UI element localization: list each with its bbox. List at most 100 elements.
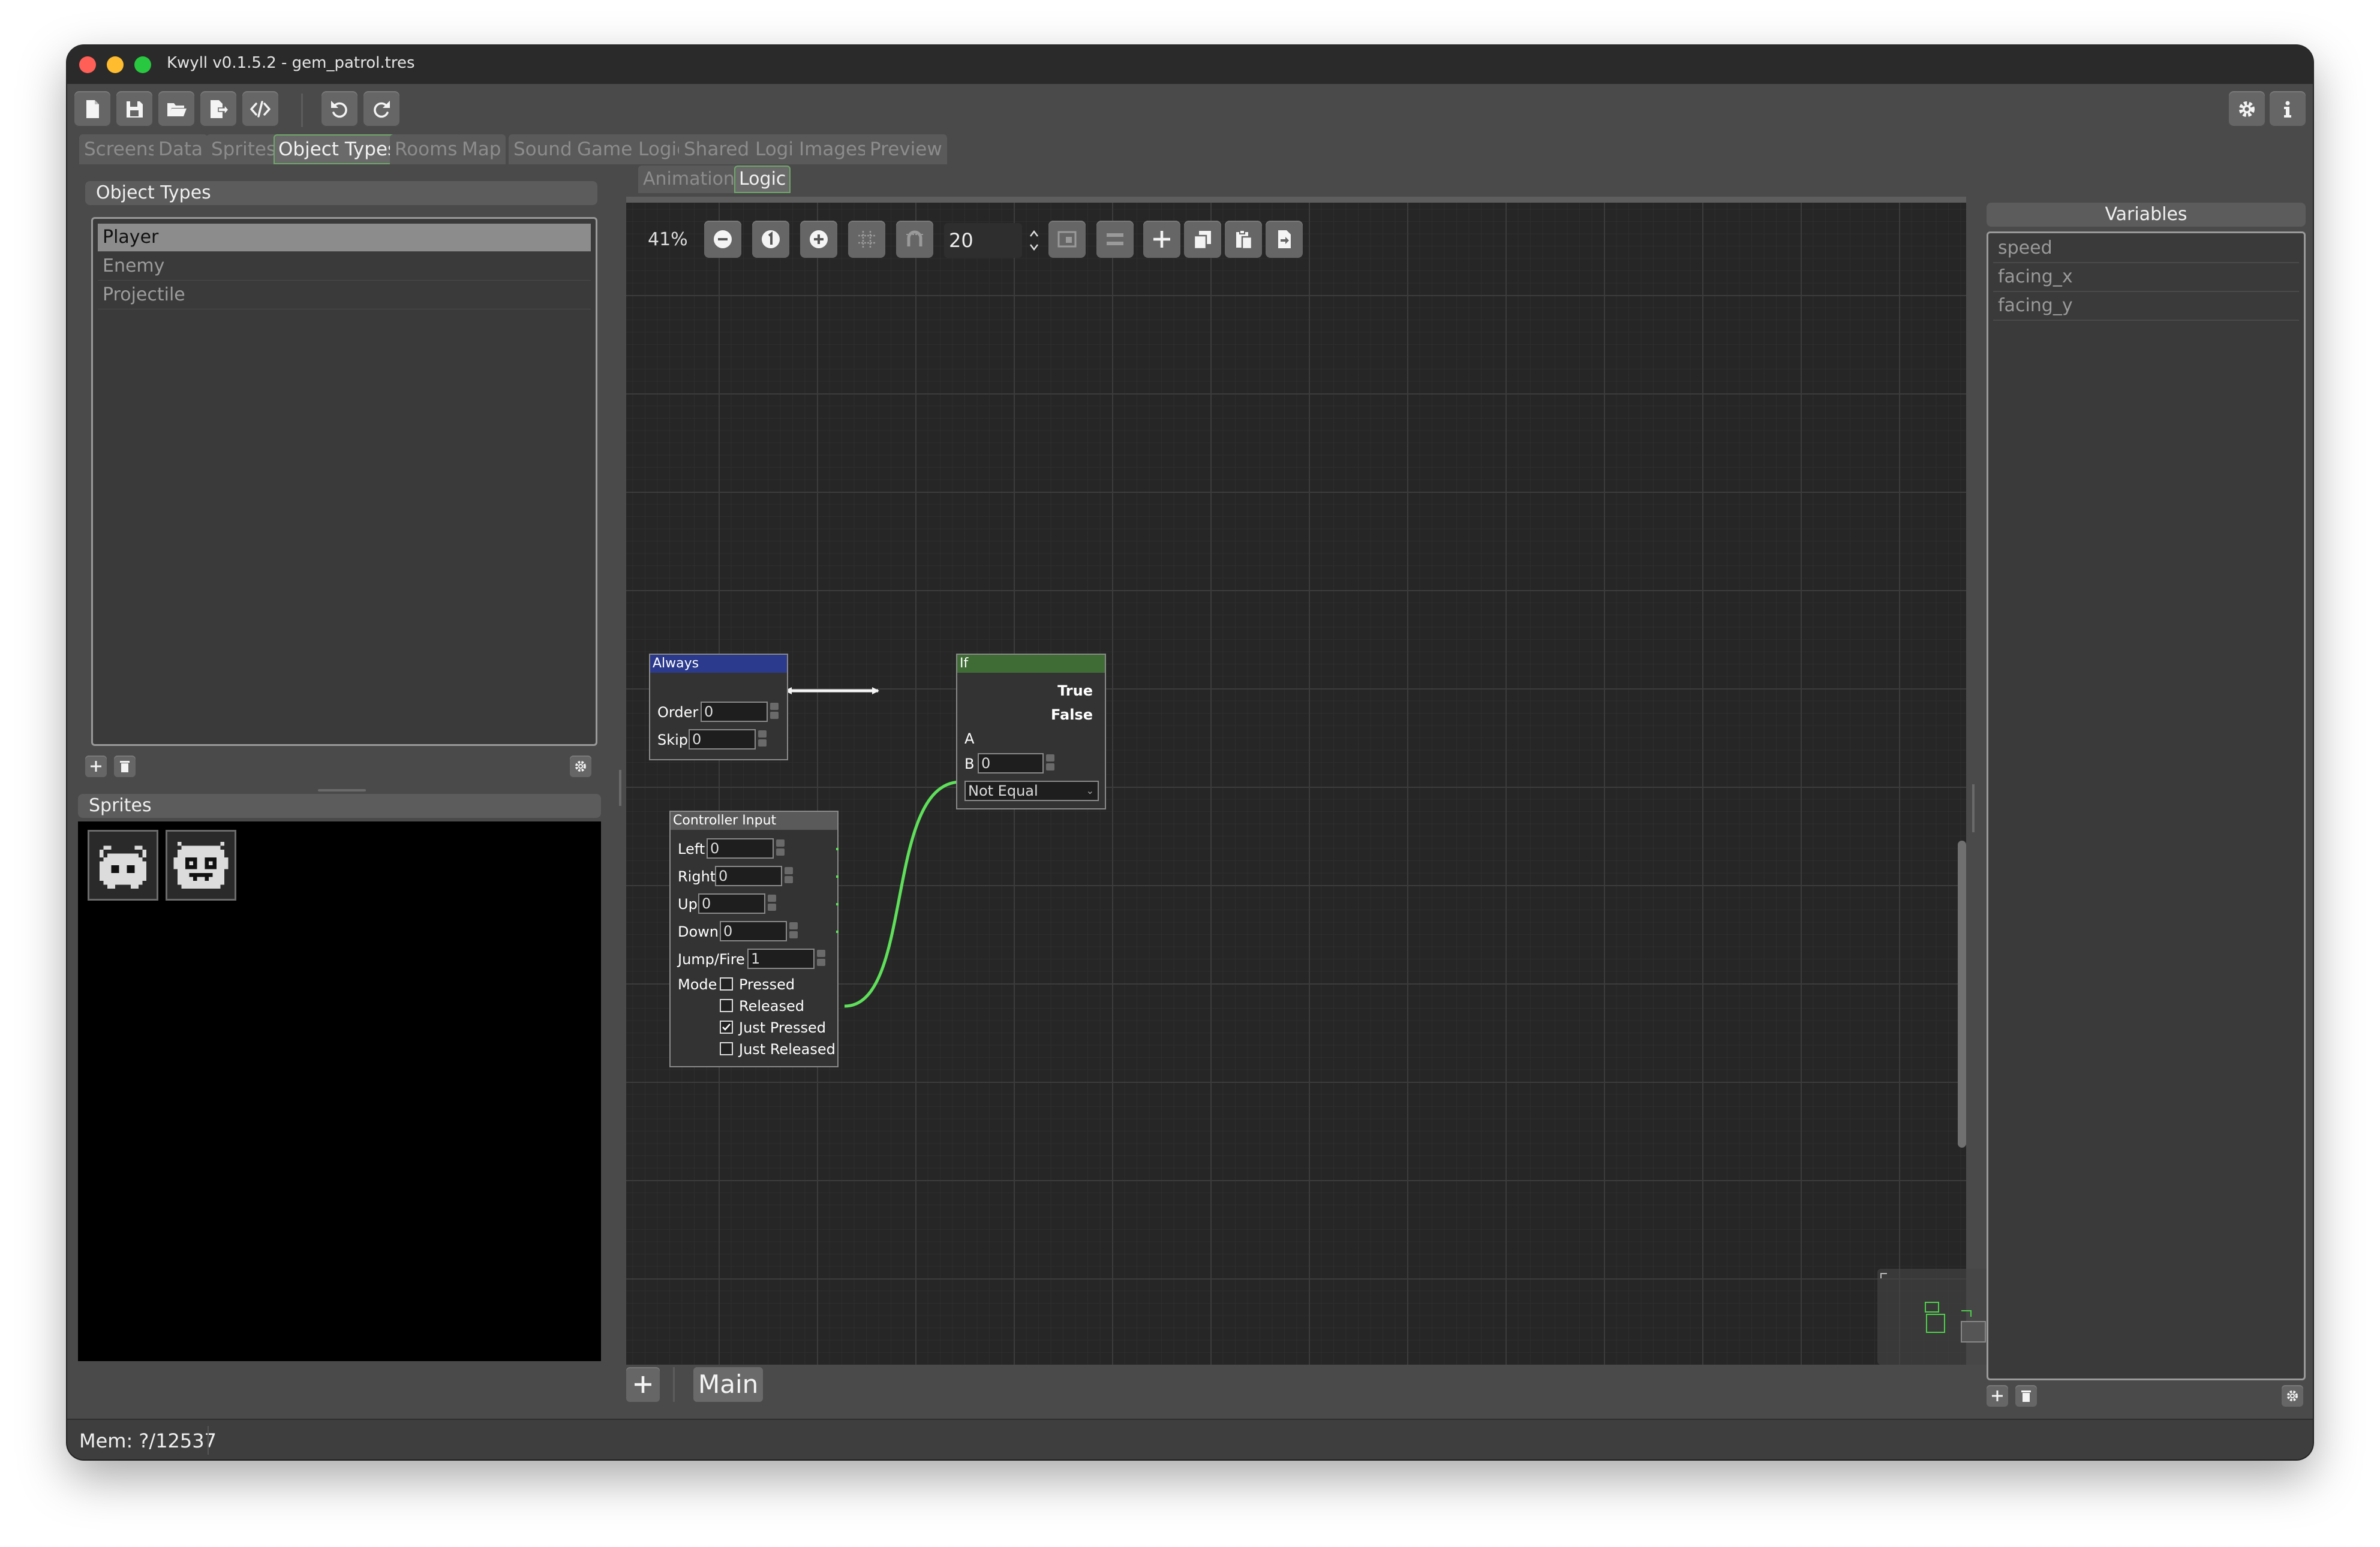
b-value-field[interactable]: 0 [978, 753, 1044, 774]
up-field[interactable]: 0 [698, 893, 765, 914]
add-object-type-button[interactable] [85, 756, 107, 777]
duplicate-button[interactable] [1266, 221, 1303, 258]
open-folder-button[interactable] [158, 91, 194, 127]
left-field[interactable]: 0 [707, 838, 774, 859]
settings-button[interactable] [2229, 91, 2265, 127]
new-file-button[interactable] [74, 91, 110, 127]
sprite-thumbnail[interactable] [88, 830, 158, 901]
list-item-projectile[interactable]: Projectile [98, 281, 591, 309]
tab-map[interactable]: Map [457, 134, 506, 164]
jump-fire-stepper[interactable] [817, 950, 825, 967]
output-port[interactable] [836, 931, 839, 933]
vertical-scrollbar[interactable] [1958, 841, 1966, 1148]
left-stepper[interactable] [776, 839, 785, 856]
plus-icon [635, 1376, 651, 1393]
pressed-checkbox[interactable] [720, 977, 733, 991]
snap-distance-stepper[interactable] [1027, 224, 1041, 257]
variable-settings-button[interactable] [2282, 1385, 2303, 1407]
always-node[interactable]: Always Order 0 Skip 0 [649, 654, 788, 760]
tab-preview[interactable]: Preview [865, 134, 947, 164]
comparison-dropdown[interactable]: Not Equal ⌄ [964, 781, 1099, 801]
tab-images[interactable]: Images [794, 134, 872, 164]
right-field[interactable]: 0 [715, 866, 782, 886]
robot-face-sprite-icon [173, 842, 229, 889]
just-released-checkbox[interactable] [720, 1042, 733, 1055]
delete-variable-button[interactable] [2015, 1385, 2037, 1407]
up-stepper[interactable] [768, 895, 776, 911]
add-graph-button[interactable] [626, 1367, 660, 1402]
variable-item-facing-x[interactable]: facing_x [1993, 263, 2299, 292]
logic-graph-canvas[interactable]: Always Order 0 Skip 0 If True False A B … [626, 203, 1966, 1365]
gear-icon [575, 761, 586, 772]
up-label: Up [678, 896, 698, 913]
variable-item-speed[interactable]: speed [1993, 234, 2299, 263]
list-item-player[interactable]: Player [98, 224, 591, 252]
export-button[interactable] [200, 91, 236, 127]
skip-stepper[interactable] [758, 730, 767, 747]
output-port[interactable] [836, 903, 839, 905]
snap-distance-field[interactable]: 20 [944, 223, 1022, 258]
order-stepper[interactable] [770, 703, 779, 720]
tab-object-types[interactable]: Object Types [274, 134, 402, 164]
minimap-toggle-button[interactable] [1048, 221, 1086, 258]
info-button[interactable] [2270, 91, 2306, 127]
grid-toggle-button[interactable] [848, 221, 885, 258]
tab-sprites[interactable]: Sprites [206, 134, 281, 164]
tab-animation[interactable]: Animation [638, 165, 740, 193]
jump-fire-field[interactable]: 1 [747, 949, 815, 969]
toolbar-separator [301, 94, 303, 127]
graph-tab-bar: Main [626, 1365, 1966, 1404]
order-field[interactable]: 0 [701, 702, 768, 722]
snap-toggle-button[interactable] [896, 221, 933, 258]
variable-item-facing-y[interactable]: facing_y [1993, 292, 2299, 321]
new-file-icon [86, 100, 99, 118]
code-view-button[interactable] [242, 91, 278, 127]
tab-rooms[interactable]: Rooms [390, 134, 462, 164]
tab-sound[interactable]: Sound [509, 134, 577, 164]
canvas-toolbar: 41% 20 [633, 221, 1413, 260]
jump-fire-label: Jump/Fire [678, 951, 745, 968]
paste-button[interactable] [1225, 221, 1262, 258]
down-stepper[interactable] [789, 922, 798, 939]
zoom-reset-button[interactable] [752, 221, 789, 258]
zoom-out-button[interactable] [704, 221, 741, 258]
window-title: Kwyll v0.1.5.2 - gem_patrol.tres [167, 54, 415, 72]
right-splitter-handle[interactable] [1972, 784, 1975, 832]
delete-object-type-button[interactable] [114, 756, 136, 777]
main-toolbar [67, 84, 2313, 134]
tab-data[interactable]: Data [154, 134, 208, 164]
skip-field[interactable]: 0 [689, 729, 756, 750]
save-button[interactable] [116, 91, 152, 127]
redo-button[interactable] [363, 91, 399, 127]
output-port[interactable] [836, 848, 839, 850]
trash-icon [120, 761, 130, 772]
output-port[interactable] [836, 875, 839, 878]
tab-shared-logic[interactable]: Shared Logic [679, 134, 809, 164]
down-field[interactable]: 0 [720, 921, 787, 941]
copy-button[interactable] [1184, 221, 1221, 258]
tab-game-logic[interactable]: Game Logic [572, 134, 692, 164]
b-value-stepper[interactable] [1046, 754, 1054, 771]
close-window-button[interactable] [79, 56, 96, 73]
released-checkbox[interactable] [720, 999, 733, 1012]
list-item-enemy[interactable]: Enemy [98, 252, 591, 281]
zoom-in-button[interactable] [800, 221, 837, 258]
minimize-window-button[interactable] [107, 56, 124, 73]
add-variable-button[interactable] [1987, 1385, 2008, 1407]
just-pressed-checkbox[interactable] [720, 1021, 733, 1034]
tab-logic[interactable]: Logic [734, 165, 791, 193]
false-output-label: False [1051, 706, 1093, 723]
object-type-settings-button[interactable] [570, 756, 591, 777]
zoom-window-button[interactable] [134, 56, 151, 73]
tab-screens[interactable]: Screens [79, 134, 163, 164]
splitter-handle[interactable] [318, 789, 366, 791]
arrange-nodes-button[interactable] [1096, 221, 1134, 258]
sprite-thumbnail[interactable] [166, 830, 236, 901]
if-node[interactable]: If True False A B 0 Not Equal ⌄ [956, 654, 1106, 809]
right-stepper[interactable] [785, 867, 793, 884]
add-node-button[interactable] [1143, 221, 1180, 258]
graph-tab-main[interactable]: Main [693, 1367, 764, 1402]
controller-input-node[interactable]: Controller Input Left 0 Right 0 Up 0 Dow… [669, 811, 839, 1067]
left-splitter-handle[interactable] [619, 770, 621, 806]
undo-button[interactable] [321, 91, 357, 127]
